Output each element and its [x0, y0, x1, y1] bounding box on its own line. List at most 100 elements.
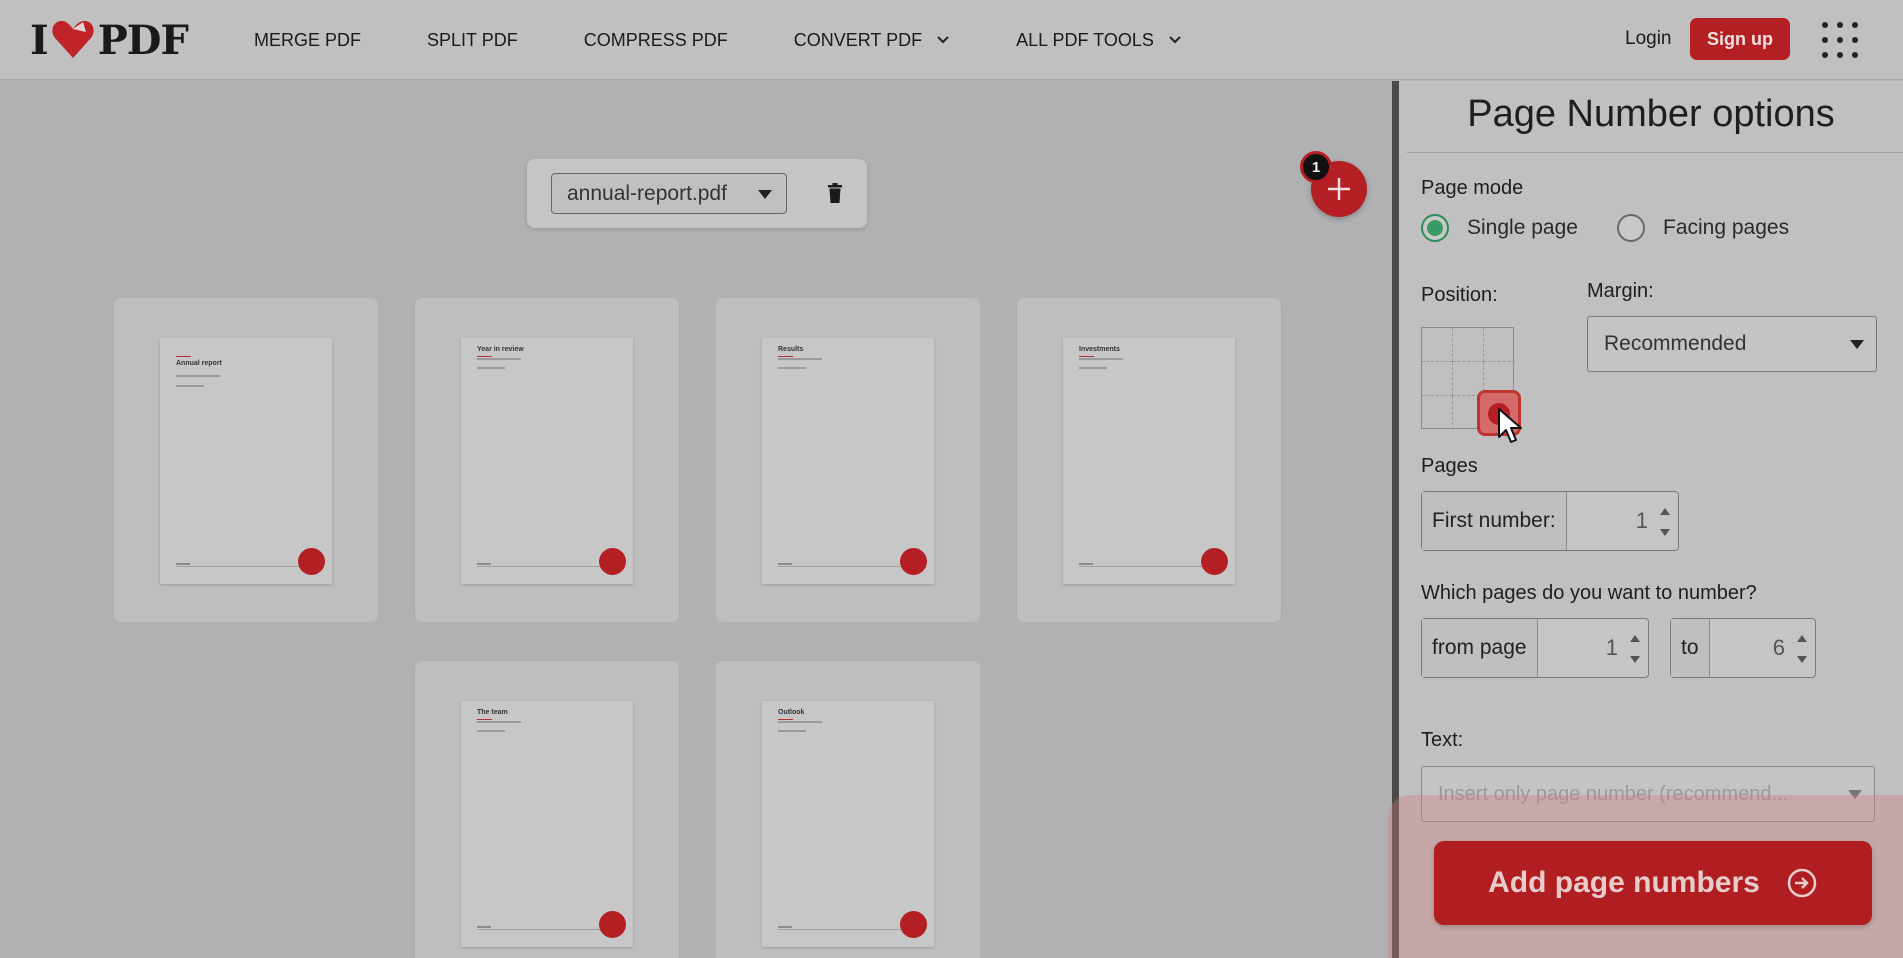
file-select-dropdown[interactable]: annual-report.pdf — [551, 173, 787, 214]
position-top-center[interactable] — [1453, 328, 1484, 362]
page-title: Results — [778, 346, 804, 353]
page-title: Year in review — [477, 346, 524, 353]
page-thumbnail: ▬▬▬▬▬ Annual report — [160, 338, 332, 584]
to-page-input[interactable]: 6 — [1710, 619, 1815, 677]
position-label: Position: — [1421, 284, 1498, 306]
page-card[interactable]: ▬▬▬▬▬ Investments — [1016, 297, 1282, 623]
page-thumbnail: ▬▬▬▬▬ Investments — [1063, 338, 1235, 584]
first-number-label: First number: — [1422, 492, 1567, 550]
page-footer-mark — [778, 926, 792, 928]
nav-merge-pdf[interactable]: MERGE PDF — [254, 30, 361, 51]
file-workspace: annual-report.pdf 1 ▬▬▬▬▬ Annual report … — [0, 81, 1392, 958]
page-title: The team — [477, 709, 508, 716]
file-name: annual-report.pdf — [567, 181, 727, 205]
margin-value: Recommended — [1604, 332, 1747, 355]
page-card[interactable]: ▬▬▬▬▬ Year in review — [414, 297, 680, 623]
file-toolbar: annual-report.pdf — [527, 159, 867, 228]
heart-logo-icon — [52, 20, 94, 58]
nav-convert-pdf[interactable]: CONVERT PDF — [794, 30, 950, 51]
to-page-label: to — [1671, 619, 1710, 677]
logo-letter-i: I — [30, 16, 49, 64]
panel-title: Page Number options — [1467, 93, 1835, 135]
page-text-line — [778, 367, 806, 369]
page-number-marker — [900, 911, 927, 938]
divider — [1407, 152, 1903, 153]
logo-text-pdf: PDF — [97, 16, 189, 64]
nav-all-pdf-tools-label: ALL PDF TOOLS — [1016, 29, 1154, 50]
page-title: Outlook — [778, 709, 805, 716]
signup-button[interactable]: Sign up — [1690, 18, 1790, 60]
page-text-line — [1079, 367, 1107, 369]
page-text-line — [477, 367, 505, 369]
page-text-line — [176, 375, 220, 377]
single-page-radio-label[interactable]: Single page — [1467, 216, 1578, 240]
position-middle-left[interactable] — [1422, 362, 1453, 396]
stepper-icon[interactable] — [1660, 508, 1670, 536]
position-bottom-left[interactable] — [1422, 396, 1453, 430]
page-text-line — [477, 721, 521, 723]
page-footer-mark — [1079, 563, 1093, 565]
page-text-line — [778, 730, 806, 732]
page-number-marker — [1201, 548, 1228, 575]
nav-split-pdf[interactable]: SPLIT PDF — [427, 30, 518, 51]
page-footer-line — [1079, 566, 1219, 567]
page-footer-mark — [778, 563, 792, 565]
trash-icon[interactable] — [827, 183, 843, 203]
page-thumbnail: ▬▬▬▬▬ Outlook — [762, 701, 934, 947]
page-kicker: ▬▬▬▬▬ — [176, 354, 191, 358]
from-page-input[interactable]: 1 — [1538, 619, 1648, 677]
nav-compress-pdf[interactable]: COMPRESS PDF — [584, 30, 728, 51]
first-number-field: First number: 1 — [1421, 491, 1679, 551]
arrow-right-circle-icon — [1787, 868, 1817, 898]
facing-pages-radio-label[interactable]: Facing pages — [1663, 216, 1789, 240]
plus-icon — [1328, 178, 1350, 200]
nav-compress-pdf-label: COMPRESS PDF — [583, 29, 728, 50]
page-card[interactable]: ▬▬▬▬▬ Results — [715, 297, 981, 623]
page-footer-line — [477, 929, 617, 930]
facing-pages-radio[interactable] — [1617, 214, 1645, 242]
page-card[interactable]: ▬▬▬▬▬ Outlook — [715, 660, 981, 958]
page-text-line — [1079, 358, 1123, 360]
page-title: Annual report — [176, 360, 222, 367]
nav-all-pdf-tools[interactable]: ALL PDF TOOLS — [1016, 30, 1182, 51]
stepper-icon[interactable] — [1630, 635, 1640, 663]
page-text-line — [176, 385, 204, 387]
file-count-badge: 1 — [1300, 151, 1332, 183]
page-footer-mark — [477, 926, 491, 928]
page-footer-line — [778, 566, 918, 567]
position-top-right[interactable] — [1484, 328, 1515, 362]
first-number-input[interactable]: 1 — [1567, 492, 1678, 550]
from-page-field: from page 1 — [1421, 618, 1649, 678]
login-link[interactable]: Login — [1625, 28, 1672, 50]
page-number-marker — [599, 548, 626, 575]
page-footer-mark — [176, 563, 190, 565]
page-card[interactable]: ▬▬▬▬▬ Annual report — [113, 297, 379, 623]
page-title: Investments — [1079, 346, 1120, 353]
margin-select[interactable]: Recommended — [1587, 316, 1877, 372]
stepper-icon[interactable] — [1797, 635, 1807, 663]
caret-down-icon — [758, 190, 772, 199]
page-number-marker — [599, 911, 626, 938]
mouse-cursor-icon — [1498, 408, 1522, 443]
page-text-line — [778, 721, 822, 723]
add-page-numbers-button[interactable]: Add page numbers — [1434, 841, 1872, 925]
page-text-line — [477, 358, 521, 360]
single-page-radio[interactable] — [1421, 214, 1449, 242]
ilovepdf-logo[interactable]: I PDF — [30, 16, 189, 64]
pages-label: Pages — [1421, 455, 1478, 477]
page-card[interactable]: ▬▬▬▬▬ The team — [414, 660, 680, 958]
page-footer-line — [176, 566, 316, 567]
page-number-marker — [298, 548, 325, 575]
top-header: I PDF MERGE PDF SPLIT PDF COMPRESS PDF C… — [0, 0, 1903, 80]
from-page-value: 1 — [1605, 635, 1618, 660]
nav-merge-pdf-label: MERGE PDF — [254, 29, 362, 50]
main-nav: MERGE PDF SPLIT PDF COMPRESS PDF CONVERT… — [254, 0, 1248, 80]
chevron-down-icon — [1169, 36, 1181, 44]
page-footer-mark — [477, 563, 491, 565]
page-thumbnail: ▬▬▬▬▬ The team — [461, 701, 633, 947]
page-footer-line — [477, 566, 617, 567]
which-pages-label: Which pages do you want to number? — [1421, 582, 1757, 604]
grid-menu-icon[interactable] — [1822, 22, 1858, 58]
position-top-left[interactable] — [1422, 328, 1453, 362]
chevron-down-icon — [937, 36, 949, 44]
